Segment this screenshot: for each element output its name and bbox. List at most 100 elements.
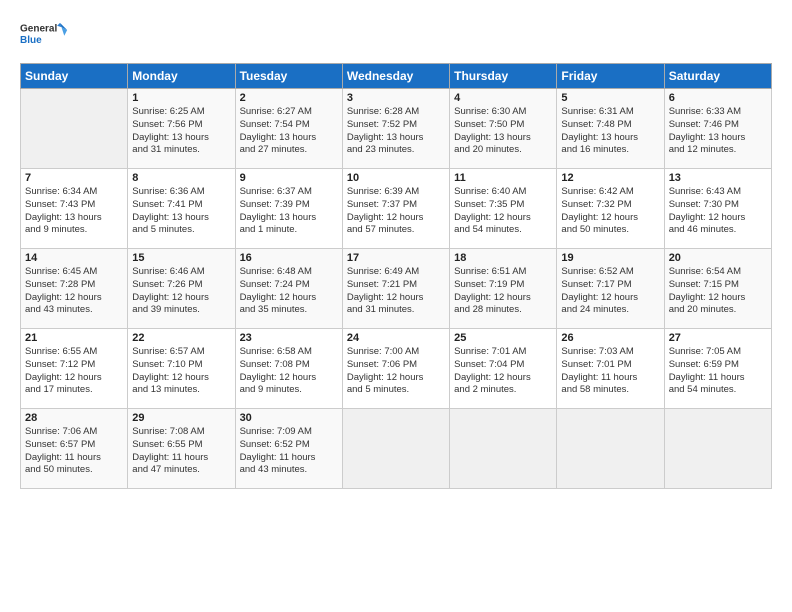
calendar-cell: 5Sunrise: 6:31 AM Sunset: 7:48 PM Daylig…	[557, 89, 664, 169]
day-number: 24	[347, 332, 445, 344]
calendar-cell: 18 Sunrise: 6:51 AM Sunset: 7:19 PM Dayli…	[450, 249, 557, 329]
day-number: 15	[132, 252, 230, 264]
cell-text: Sunrise: 7:08 AM Sunset: 6:55 PM Dayligh…	[132, 426, 230, 477]
calendar-header-row: SundayMondayTuesdayWednesdayThursdayFrid…	[21, 64, 772, 89]
svg-text:Blue: Blue	[20, 35, 42, 46]
calendar-cell: 24 Sunrise: 7:00 AM Sunset: 7:06 PM Dayli…	[342, 329, 449, 409]
cell-text: Sunrise: 7:09 AM Sunset: 6:52 PM Dayligh…	[240, 426, 338, 477]
cell-text: Sunrise: 6:51 AM Sunset: 7:19 PM Dayligh…	[454, 266, 552, 317]
calendar-cell: 22Sunrise: 6:57 AM Sunset: 7:10 PM Dayli…	[128, 329, 235, 409]
cell-text: Sunrise: 6:39 AM Sunset: 7:37 PM Dayligh…	[347, 186, 445, 237]
cell-text: Sunrise: 6:54 AM Sunset: 7:15 PM Dayligh…	[669, 266, 767, 317]
day-number: 8	[132, 172, 230, 184]
day-number: 6	[669, 92, 767, 104]
calendar-week-row: 1 Sunrise: 6:25 AM Sunset: 7:56 PM Daylig…	[21, 89, 772, 169]
day-number: 20	[669, 252, 767, 264]
day-number: 17	[347, 252, 445, 264]
day-number: 2	[240, 92, 338, 104]
day-number: 4	[454, 92, 552, 104]
calendar-cell: 1 Sunrise: 6:25 AM Sunset: 7:56 PM Daylig…	[128, 89, 235, 169]
calendar-cell: 2 Sunrise: 6:27 AM Sunset: 7:54 PM Daylig…	[235, 89, 342, 169]
logo: General Blue	[20, 15, 70, 55]
cell-text: Sunrise: 6:42 AM Sunset: 7:32 PM Dayligh…	[561, 186, 659, 237]
calendar-cell: 23Sunrise: 6:58 AM Sunset: 7:08 PM Dayli…	[235, 329, 342, 409]
calendar-cell: 14 Sunrise: 6:45 AM Sunset: 7:28 PM Dayli…	[21, 249, 128, 329]
day-number: 14	[25, 252, 123, 264]
day-number: 3	[347, 92, 445, 104]
cell-text: Sunrise: 6:34 AM Sunset: 7:43 PM Dayligh…	[25, 186, 123, 237]
calendar-cell: 26Sunrise: 7:03 AM Sunset: 7:01 PM Dayli…	[557, 329, 664, 409]
calendar-cell: 13 Sunrise: 6:43 AM Sunset: 7:30 PM Dayli…	[664, 169, 771, 249]
day-number: 18	[454, 252, 552, 264]
svg-text:General: General	[20, 23, 57, 34]
page-header: General Blue	[20, 15, 772, 55]
calendar-week-row: 21 Sunrise: 6:55 AM Sunset: 7:12 PM Dayli…	[21, 329, 772, 409]
calendar-cell: 9 Sunrise: 6:37 AM Sunset: 7:39 PM Daylig…	[235, 169, 342, 249]
cell-text: Sunrise: 6:55 AM Sunset: 7:12 PM Dayligh…	[25, 346, 123, 397]
day-number: 11	[454, 172, 552, 184]
cell-text: Sunrise: 6:36 AM Sunset: 7:41 PM Dayligh…	[132, 186, 230, 237]
cell-text: Sunrise: 6:30 AM Sunset: 7:50 PM Dayligh…	[454, 106, 552, 157]
calendar-cell: 17 Sunrise: 6:49 AM Sunset: 7:21 PM Dayli…	[342, 249, 449, 329]
calendar-cell: 16 Sunrise: 6:48 AM Sunset: 7:24 PM Dayli…	[235, 249, 342, 329]
cell-text: Sunrise: 6:28 AM Sunset: 7:52 PM Dayligh…	[347, 106, 445, 157]
cell-text: Sunrise: 6:37 AM Sunset: 7:39 PM Dayligh…	[240, 186, 338, 237]
day-number: 22	[132, 332, 230, 344]
calendar-week-row: 14 Sunrise: 6:45 AM Sunset: 7:28 PM Dayli…	[21, 249, 772, 329]
day-header: Wednesday	[342, 64, 449, 89]
calendar-cell: 15Sunrise: 6:46 AM Sunset: 7:26 PM Dayli…	[128, 249, 235, 329]
calendar-cell: 7Sunrise: 6:34 AM Sunset: 7:43 PM Daylig…	[21, 169, 128, 249]
day-number: 29	[132, 412, 230, 424]
day-header: Tuesday	[235, 64, 342, 89]
day-number: 27	[669, 332, 767, 344]
cell-text: Sunrise: 7:06 AM Sunset: 6:57 PM Dayligh…	[25, 426, 123, 477]
cell-text: Sunrise: 7:03 AM Sunset: 7:01 PM Dayligh…	[561, 346, 659, 397]
logo-svg: General Blue	[20, 15, 70, 55]
day-number: 30	[240, 412, 338, 424]
cell-text: Sunrise: 7:00 AM Sunset: 7:06 PM Dayligh…	[347, 346, 445, 397]
day-number: 1	[132, 92, 230, 104]
cell-text: Sunrise: 6:25 AM Sunset: 7:56 PM Dayligh…	[132, 106, 230, 157]
day-header: Monday	[128, 64, 235, 89]
calendar-cell	[664, 409, 771, 489]
cell-text: Sunrise: 6:45 AM Sunset: 7:28 PM Dayligh…	[25, 266, 123, 317]
calendar-cell: 28 Sunrise: 7:06 AM Sunset: 6:57 PM Dayli…	[21, 409, 128, 489]
cell-text: Sunrise: 6:48 AM Sunset: 7:24 PM Dayligh…	[240, 266, 338, 317]
day-number: 28	[25, 412, 123, 424]
calendar-cell: 10 Sunrise: 6:39 AM Sunset: 7:37 PM Dayli…	[342, 169, 449, 249]
calendar-cell: 19 Sunrise: 6:52 AM Sunset: 7:17 PM Dayli…	[557, 249, 664, 329]
cell-text: Sunrise: 7:05 AM Sunset: 6:59 PM Dayligh…	[669, 346, 767, 397]
calendar-cell: 3 Sunrise: 6:28 AM Sunset: 7:52 PM Daylig…	[342, 89, 449, 169]
day-number: 21	[25, 332, 123, 344]
calendar-table: SundayMondayTuesdayWednesdayThursdayFrid…	[20, 63, 772, 489]
cell-text: Sunrise: 6:40 AM Sunset: 7:35 PM Dayligh…	[454, 186, 552, 237]
calendar-cell: 20 Sunrise: 6:54 AM Sunset: 7:15 PM Dayli…	[664, 249, 771, 329]
day-number: 13	[669, 172, 767, 184]
day-number: 10	[347, 172, 445, 184]
calendar-cell	[342, 409, 449, 489]
calendar-cell: 8 Sunrise: 6:36 AM Sunset: 7:41 PM Daylig…	[128, 169, 235, 249]
cell-text: Sunrise: 6:43 AM Sunset: 7:30 PM Dayligh…	[669, 186, 767, 237]
calendar-cell: 29 Sunrise: 7:08 AM Sunset: 6:55 PM Dayli…	[128, 409, 235, 489]
cell-text: Sunrise: 6:52 AM Sunset: 7:17 PM Dayligh…	[561, 266, 659, 317]
day-header: Saturday	[664, 64, 771, 89]
calendar-cell: 11 Sunrise: 6:40 AM Sunset: 7:35 PM Dayli…	[450, 169, 557, 249]
day-number: 12	[561, 172, 659, 184]
calendar-cell	[21, 89, 128, 169]
calendar-cell: 4 Sunrise: 6:30 AM Sunset: 7:50 PM Daylig…	[450, 89, 557, 169]
calendar-cell: 30 Sunrise: 7:09 AM Sunset: 6:52 PM Dayli…	[235, 409, 342, 489]
cell-text: Sunrise: 6:49 AM Sunset: 7:21 PM Dayligh…	[347, 266, 445, 317]
cell-text: Sunrise: 7:01 AM Sunset: 7:04 PM Dayligh…	[454, 346, 552, 397]
day-number: 16	[240, 252, 338, 264]
day-number: 19	[561, 252, 659, 264]
day-header: Sunday	[21, 64, 128, 89]
day-header: Thursday	[450, 64, 557, 89]
calendar-cell: 27 Sunrise: 7:05 AM Sunset: 6:59 PM Dayli…	[664, 329, 771, 409]
cell-text: Sunrise: 6:27 AM Sunset: 7:54 PM Dayligh…	[240, 106, 338, 157]
calendar-cell: 21 Sunrise: 6:55 AM Sunset: 7:12 PM Dayli…	[21, 329, 128, 409]
cell-text: Sunrise: 6:31 AM Sunset: 7:48 PM Dayligh…	[561, 106, 659, 157]
day-number: 23	[240, 332, 338, 344]
day-number: 9	[240, 172, 338, 184]
cell-text: Sunrise: 6:33 AM Sunset: 7:46 PM Dayligh…	[669, 106, 767, 157]
calendar-week-row: 28 Sunrise: 7:06 AM Sunset: 6:57 PM Dayli…	[21, 409, 772, 489]
